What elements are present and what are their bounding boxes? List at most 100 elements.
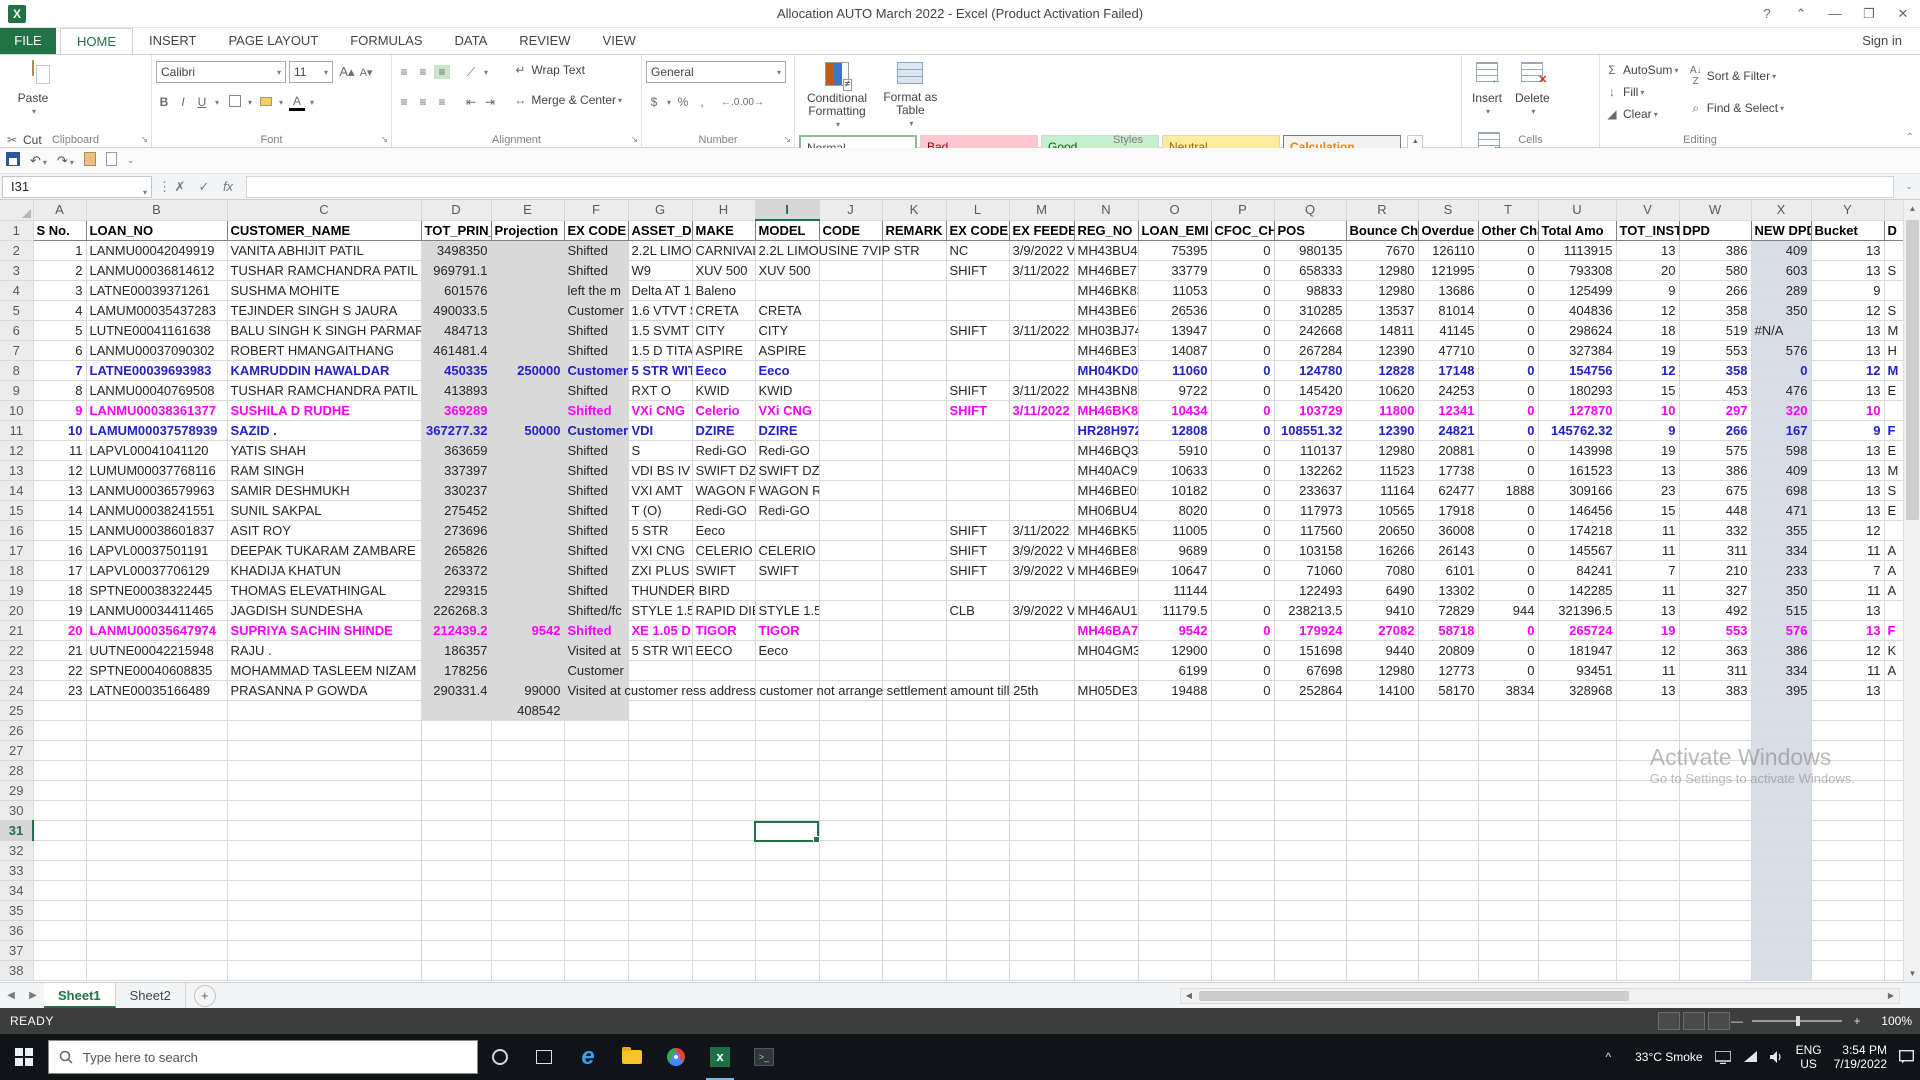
cell-F13[interactable]: Shifted bbox=[564, 460, 628, 480]
row-header-15[interactable]: 15 bbox=[0, 500, 33, 520]
normal-view-icon[interactable] bbox=[1658, 1012, 1680, 1030]
cell-K5[interactable] bbox=[882, 300, 946, 320]
cell-Q28[interactable] bbox=[1274, 760, 1346, 780]
cell-K7[interactable] bbox=[882, 340, 946, 360]
cell-J5[interactable] bbox=[819, 300, 882, 320]
cell-W30[interactable] bbox=[1679, 800, 1751, 820]
cell-M13[interactable] bbox=[1009, 460, 1074, 480]
tab-insert[interactable]: INSERT bbox=[133, 28, 212, 54]
cell-z28[interactable] bbox=[1884, 760, 1903, 780]
cell-A26[interactable] bbox=[33, 720, 86, 740]
row-header-32[interactable]: 32 bbox=[0, 840, 33, 860]
cell-Y32[interactable] bbox=[1811, 840, 1884, 860]
cell-T28[interactable] bbox=[1478, 760, 1538, 780]
cell-C30[interactable] bbox=[227, 800, 421, 820]
cell-S37[interactable] bbox=[1418, 940, 1478, 960]
align-right-icon[interactable]: ≡ bbox=[434, 95, 450, 109]
cell-z30[interactable] bbox=[1884, 800, 1903, 820]
cell-M8[interactable] bbox=[1009, 360, 1074, 380]
cell-D9[interactable]: 413893 bbox=[421, 380, 491, 400]
cell-O11[interactable]: 12808 bbox=[1138, 420, 1211, 440]
cell-F21[interactable]: Shifted bbox=[564, 620, 628, 640]
column-header-Q[interactable]: Q bbox=[1274, 200, 1346, 220]
cell-Y4[interactable]: 9 bbox=[1811, 280, 1884, 300]
cell-X21[interactable]: 576 bbox=[1751, 620, 1811, 640]
cell-K23[interactable] bbox=[882, 660, 946, 680]
clock[interactable]: 3:54 PM7/19/2022 bbox=[1834, 1043, 1887, 1071]
cell-H16[interactable]: Eeco bbox=[692, 520, 755, 540]
row-header-2[interactable]: 2 bbox=[0, 240, 33, 260]
cell-G18[interactable]: ZXI PLUS bbox=[628, 560, 692, 580]
cell-U35[interactable] bbox=[1538, 900, 1616, 920]
cell-T15[interactable]: 0 bbox=[1478, 500, 1538, 520]
cell-N10[interactable]: MH46BK84 bbox=[1074, 400, 1138, 420]
cell-Q23[interactable]: 67698 bbox=[1274, 660, 1346, 680]
cell-G16[interactable]: 5 STR bbox=[628, 520, 692, 540]
sheet-nav-right-icon[interactable]: ▶ bbox=[22, 990, 44, 1001]
cell-E8[interactable]: 250000 bbox=[491, 360, 564, 380]
cell-I8[interactable]: Eeco bbox=[755, 360, 819, 380]
row-header-14[interactable]: 14 bbox=[0, 480, 33, 500]
cell-N23[interactable] bbox=[1074, 660, 1138, 680]
cell-N28[interactable] bbox=[1074, 760, 1138, 780]
cell-D8[interactable]: 450335 bbox=[421, 360, 491, 380]
cell-L22[interactable] bbox=[946, 640, 1009, 660]
column-header-N[interactable]: N bbox=[1074, 200, 1138, 220]
cell-z24[interactable] bbox=[1884, 680, 1903, 700]
file-explorer-button[interactable] bbox=[610, 1034, 654, 1080]
cell-C19[interactable]: THOMAS ELEVATHINGAL bbox=[227, 580, 421, 600]
cell-T33[interactable] bbox=[1478, 860, 1538, 880]
cell-N26[interactable] bbox=[1074, 720, 1138, 740]
cell-V31[interactable] bbox=[1616, 820, 1679, 840]
cell-O30[interactable] bbox=[1138, 800, 1211, 820]
cell-U20[interactable]: 321396.5 bbox=[1538, 600, 1616, 620]
row-header-36[interactable]: 36 bbox=[0, 920, 33, 940]
cell-D25[interactable] bbox=[421, 700, 491, 720]
cell-I23[interactable] bbox=[755, 660, 819, 680]
volume-tray-icon[interactable] bbox=[1770, 1051, 1784, 1063]
cell-I28[interactable] bbox=[755, 760, 819, 780]
scroll-left-icon[interactable]: ◀ bbox=[1181, 989, 1197, 1003]
cell-U34[interactable] bbox=[1538, 880, 1616, 900]
cell-W7[interactable]: 553 bbox=[1679, 340, 1751, 360]
cell-X24[interactable]: 395 bbox=[1751, 680, 1811, 700]
cell-D17[interactable]: 265826 bbox=[421, 540, 491, 560]
cell-T38[interactable] bbox=[1478, 960, 1538, 980]
expand-formula-bar-icon[interactable]: ⌄ bbox=[1898, 181, 1920, 192]
cell-T11[interactable]: 0 bbox=[1478, 420, 1538, 440]
cell-S16[interactable]: 36008 bbox=[1418, 520, 1478, 540]
cell-O10[interactable]: 10434 bbox=[1138, 400, 1211, 420]
cell-R12[interactable]: 12980 bbox=[1346, 440, 1418, 460]
cell-X7[interactable]: 576 bbox=[1751, 340, 1811, 360]
cell-z17[interactable]: A bbox=[1884, 540, 1903, 560]
cell-T9[interactable]: 0 bbox=[1478, 380, 1538, 400]
cell-R7[interactable]: 12390 bbox=[1346, 340, 1418, 360]
alignment-dialog-launcher[interactable]: ↘ bbox=[630, 134, 638, 145]
cell-Q18[interactable]: 71060 bbox=[1274, 560, 1346, 580]
cell-W16[interactable]: 332 bbox=[1679, 520, 1751, 540]
cell-G27[interactable] bbox=[628, 740, 692, 760]
cell-X35[interactable] bbox=[1751, 900, 1811, 920]
cell-T14[interactable]: 1888 bbox=[1478, 480, 1538, 500]
cell-R37[interactable] bbox=[1346, 940, 1418, 960]
row-header-8[interactable]: 8 bbox=[0, 360, 33, 380]
cell-M12[interactable] bbox=[1009, 440, 1074, 460]
cell-K13[interactable] bbox=[882, 460, 946, 480]
cell-Y22[interactable]: 12 bbox=[1811, 640, 1884, 660]
cell-U5[interactable]: 404836 bbox=[1538, 300, 1616, 320]
cell-G7[interactable]: 1.5 D TITA bbox=[628, 340, 692, 360]
row-header-7[interactable]: 7 bbox=[0, 340, 33, 360]
cell-T30[interactable] bbox=[1478, 800, 1538, 820]
clipboard-dialog-launcher[interactable]: ↘ bbox=[140, 134, 148, 145]
cell-A11[interactable]: 10 bbox=[33, 420, 86, 440]
cell-z3[interactable]: S bbox=[1884, 260, 1903, 280]
cell-A19[interactable]: 18 bbox=[33, 580, 86, 600]
cell-J14[interactable] bbox=[819, 480, 882, 500]
cell-W12[interactable]: 575 bbox=[1679, 440, 1751, 460]
cell-Y2[interactable]: 13 bbox=[1811, 240, 1884, 260]
cell-C38[interactable] bbox=[227, 960, 421, 980]
cell-C8[interactable]: KAMRUDDIN HAWALDAR bbox=[227, 360, 421, 380]
cell-C13[interactable]: RAM SINGH bbox=[227, 460, 421, 480]
cell-Q8[interactable]: 124780 bbox=[1274, 360, 1346, 380]
cell-V16[interactable]: 11 bbox=[1616, 520, 1679, 540]
